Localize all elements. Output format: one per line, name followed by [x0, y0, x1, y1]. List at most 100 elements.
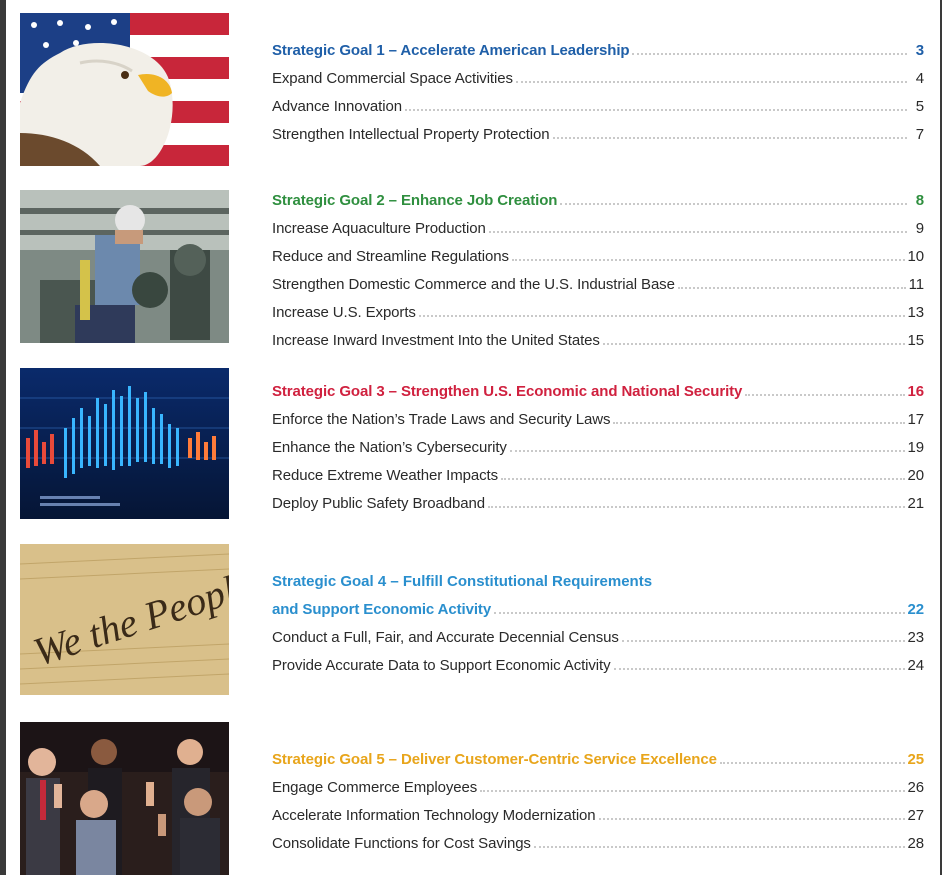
worker-image	[20, 190, 229, 343]
entry-label: Advance Innovation	[272, 98, 402, 115]
toc-entry[interactable]: Advance Innovation 5	[272, 93, 924, 121]
leader-dots	[533, 846, 905, 848]
leader-dots	[613, 668, 905, 670]
page-number: 9	[915, 220, 924, 237]
leader-dots	[677, 287, 906, 289]
eagle-flag-image	[20, 13, 229, 166]
leader-dots	[745, 394, 905, 396]
page-number: 25	[907, 751, 925, 768]
page-number: 19	[907, 439, 925, 456]
leader-dots	[719, 762, 905, 764]
toc-entry[interactable]: Provide Accurate Data to Support Economi…	[272, 652, 924, 680]
toc-entry[interactable]: Increase Inward Investment Into the Unit…	[272, 327, 924, 355]
goal-2-heading[interactable]: Strategic Goal 2 – Enhance Job Creation …	[272, 187, 924, 215]
toc-entry[interactable]: Reduce and Streamline Regulations 10	[272, 243, 924, 271]
page-number: 7	[915, 126, 924, 143]
leader-dots	[602, 343, 905, 345]
page-number: 11	[908, 276, 924, 293]
page-number: 17	[907, 411, 925, 428]
leader-dots	[598, 818, 905, 820]
page-number: 24	[907, 657, 925, 674]
goal-title: and Support Economic Activity	[272, 601, 492, 618]
toc-page: We the People Strategic Goal 1 – Acceler…	[6, 0, 940, 875]
leader-dots	[487, 506, 905, 508]
entry-label: Engage Commerce Employees	[272, 779, 478, 796]
leader-dots	[494, 612, 905, 614]
page-number: 23	[907, 629, 925, 646]
leader-dots	[501, 478, 905, 480]
entry-label: Accelerate Information Technology Modern…	[272, 807, 596, 824]
toc-entry[interactable]: Expand Commercial Space Activities 4	[272, 65, 924, 93]
goal-2-section: Strategic Goal 2 – Enhance Job Creation …	[272, 187, 924, 355]
page-number: 13	[907, 304, 925, 321]
toc-entry[interactable]: Conduct a Full, Fair, and Accurate Decen…	[272, 624, 924, 652]
entry-label: Increase U.S. Exports	[272, 304, 416, 321]
goal-4-section: Strategic Goal 4 – Fulfill Constitutiona…	[272, 568, 924, 680]
entry-label: Strengthen Intellectual Property Protect…	[272, 126, 550, 143]
toc-entry[interactable]: Strengthen Intellectual Property Protect…	[272, 121, 924, 149]
entry-label: Strengthen Domestic Commerce and the U.S…	[272, 276, 675, 293]
page-number: 22	[907, 601, 925, 618]
constitution-image: We the People	[20, 544, 229, 695]
goal-1-heading[interactable]: Strategic Goal 1 – Accelerate American L…	[272, 37, 924, 65]
entry-label: Reduce Extreme Weather Impacts	[272, 467, 498, 484]
entry-label: Increase Inward Investment Into the Unit…	[272, 332, 600, 349]
goal-1-section: Strategic Goal 1 – Accelerate American L…	[272, 37, 924, 149]
leader-dots	[404, 109, 907, 111]
goal-title: Strategic Goal 2 – Enhance Job Creation	[272, 192, 558, 209]
goal-4-heading[interactable]: and Support Economic Activity 22	[272, 596, 924, 624]
page-number: 5	[915, 98, 924, 115]
toc-entry[interactable]: Enforce the Nation’s Trade Laws and Secu…	[272, 406, 924, 434]
leader-dots	[488, 231, 907, 233]
entry-label: Reduce and Streamline Regulations	[272, 248, 509, 265]
page-number: 21	[907, 495, 925, 512]
toc-entry[interactable]: Increase U.S. Exports 13	[272, 299, 924, 327]
leader-dots	[621, 640, 905, 642]
entry-label: Conduct a Full, Fair, and Accurate Decen…	[272, 629, 619, 646]
entry-label: Consolidate Functions for Cost Savings	[272, 835, 531, 852]
leader-dots	[613, 422, 905, 424]
toc-entry[interactable]: Consolidate Functions for Cost Savings 2…	[272, 830, 924, 858]
leader-dots	[552, 137, 907, 139]
leader-dots	[632, 53, 907, 55]
page-number: 3	[915, 42, 924, 59]
toc-entry[interactable]: Strengthen Domestic Commerce and the U.S…	[272, 271, 924, 299]
goal-title: Strategic Goal 3 – Strengthen U.S. Econo…	[272, 383, 743, 400]
leader-dots	[480, 790, 905, 792]
goal-3-heading[interactable]: Strategic Goal 3 – Strengthen U.S. Econo…	[272, 378, 924, 406]
leader-dots	[418, 315, 905, 317]
toc-entry[interactable]: Increase Aquaculture Production 9	[272, 215, 924, 243]
entry-label: Enforce the Nation’s Trade Laws and Secu…	[272, 411, 611, 428]
leader-dots	[511, 259, 905, 261]
page-number: 28	[907, 835, 925, 852]
page-number: 16	[907, 383, 925, 400]
entry-label: Expand Commercial Space Activities	[272, 70, 513, 87]
goal-3-section: Strategic Goal 3 – Strengthen U.S. Econo…	[272, 378, 924, 518]
toc-entry[interactable]: Enhance the Nation’s Cybersecurity 19	[272, 434, 924, 462]
market-data-image	[20, 368, 229, 519]
employees-oath-image	[20, 722, 229, 875]
leader-dots	[560, 203, 907, 205]
page-number: 8	[915, 192, 924, 209]
toc-entry[interactable]: Deploy Public Safety Broadband 21	[272, 490, 924, 518]
page-number: 27	[907, 807, 925, 824]
goal-5-section: Strategic Goal 5 – Deliver Customer-Cent…	[272, 746, 924, 858]
leader-dots	[515, 81, 907, 83]
entry-label: Deploy Public Safety Broadband	[272, 495, 485, 512]
page-number: 20	[907, 467, 925, 484]
page-number: 4	[915, 70, 924, 87]
toc-entry[interactable]: Reduce Extreme Weather Impacts 20	[272, 462, 924, 490]
entry-label: Provide Accurate Data to Support Economi…	[272, 657, 611, 674]
toc-entry[interactable]: Engage Commerce Employees 26	[272, 774, 924, 802]
toc-entry[interactable]: Accelerate Information Technology Modern…	[272, 802, 924, 830]
page-number: 15	[907, 332, 925, 349]
page-number: 10	[907, 248, 925, 265]
entry-label: Enhance the Nation’s Cybersecurity	[272, 439, 507, 456]
leader-dots	[509, 450, 905, 452]
goal-4-heading-line1[interactable]: Strategic Goal 4 – Fulfill Constitutiona…	[272, 568, 924, 596]
goal-title: Strategic Goal 1 – Accelerate American L…	[272, 42, 630, 59]
entry-label: Increase Aquaculture Production	[272, 220, 486, 237]
page-number: 26	[907, 779, 925, 796]
goal-title: Strategic Goal 5 – Deliver Customer-Cent…	[272, 751, 717, 768]
goal-5-heading[interactable]: Strategic Goal 5 – Deliver Customer-Cent…	[272, 746, 924, 774]
